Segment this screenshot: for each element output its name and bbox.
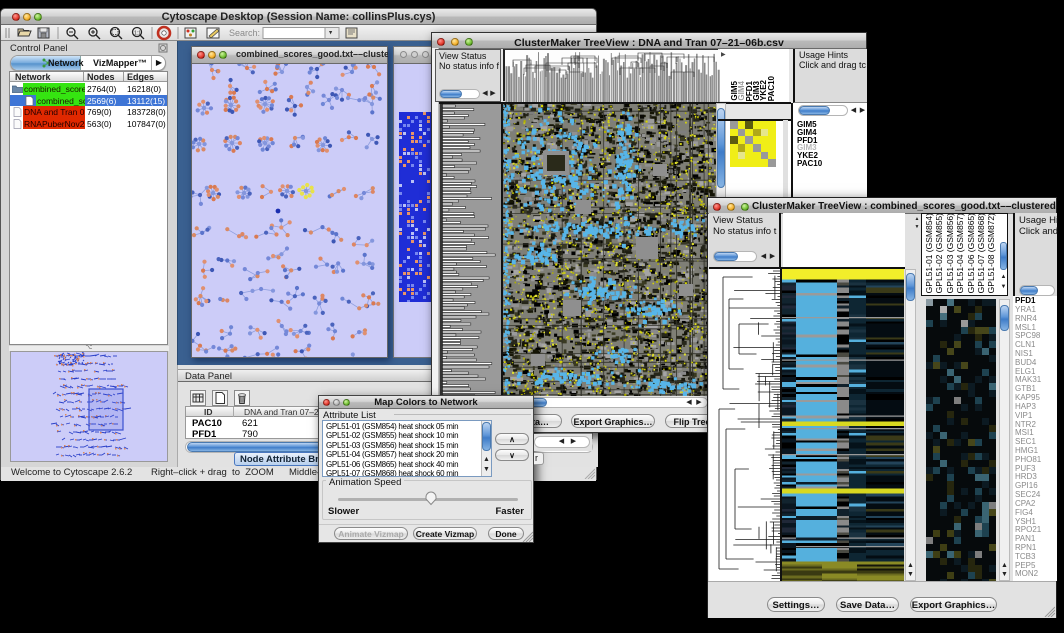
svg-text:Search:: Search: xyxy=(229,28,260,38)
svg-text:1:1: 1:1 xyxy=(134,31,141,37)
